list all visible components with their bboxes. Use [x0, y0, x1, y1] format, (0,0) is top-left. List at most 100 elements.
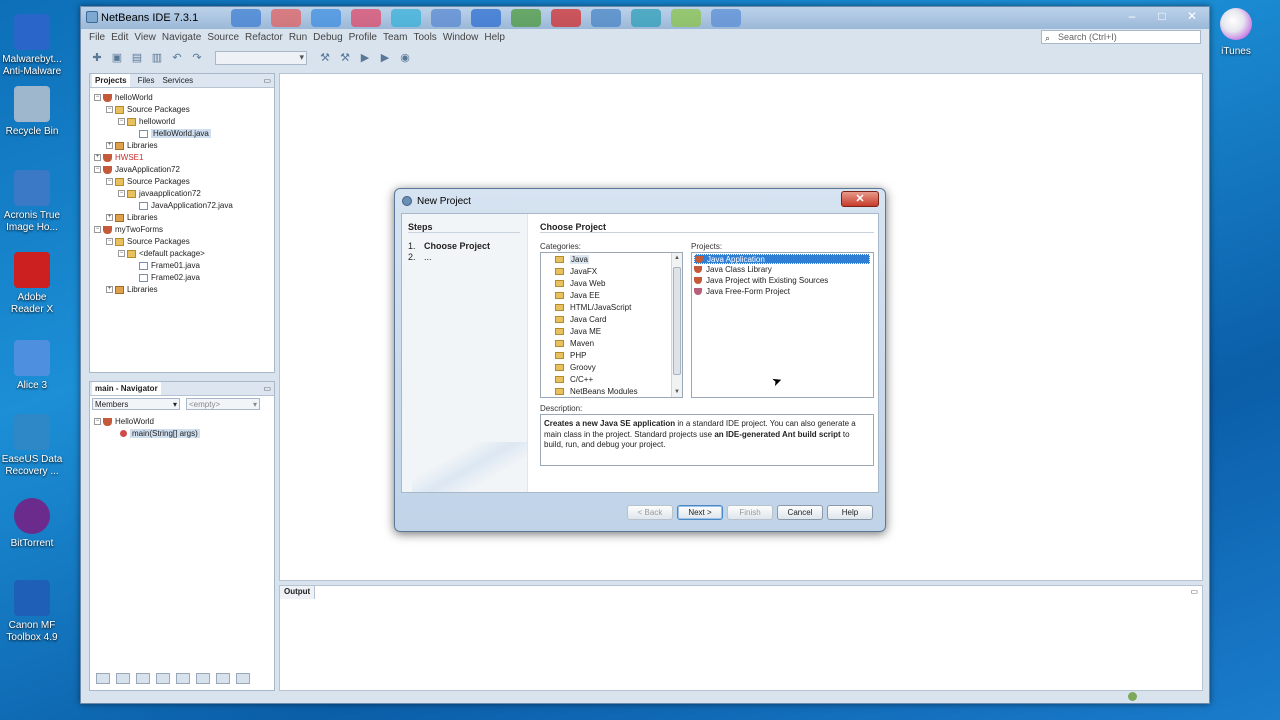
category-item[interactable]: Groovy — [555, 362, 596, 373]
save-all-icon[interactable]: ▥ — [149, 51, 165, 65]
category-item[interactable]: NetBeans Modules — [555, 386, 638, 397]
filter-icon[interactable] — [156, 673, 170, 684]
collapse-icon[interactable]: − — [118, 190, 125, 198]
close-icon[interactable]: ✕ — [1183, 9, 1201, 23]
tree-item[interactable]: HelloWorld.java — [130, 128, 211, 140]
tree-item[interactable]: − JavaApplication72 — [94, 164, 180, 176]
minimize-panel-icon[interactable]: ▭ — [263, 76, 271, 85]
tree-item[interactable]: + Libraries — [106, 284, 158, 296]
category-item[interactable]: Maven — [555, 338, 594, 349]
help-button[interactable]: Help — [827, 505, 873, 520]
menu-edit[interactable]: Edit — [111, 31, 128, 47]
category-item[interactable]: Java EE — [555, 290, 600, 301]
filter-icon[interactable] — [236, 673, 250, 684]
menu-refactor[interactable]: Refactor — [245, 31, 283, 47]
next-button[interactable]: Next > — [677, 505, 723, 520]
minimize-icon[interactable]: – — [1123, 9, 1141, 23]
project-type-item[interactable]: Java Application — [694, 254, 870, 264]
finish-button[interactable]: Finish — [727, 505, 773, 520]
navigator-class-row[interactable]: − HelloWorld — [94, 416, 154, 428]
close-icon[interactable]: ✕ — [841, 191, 879, 207]
category-item[interactable]: Java ME — [555, 326, 601, 337]
tree-item[interactable]: − Source Packages — [106, 176, 190, 188]
undo-icon[interactable]: ↶ — [169, 51, 185, 65]
tab-files[interactable]: Files — [138, 74, 155, 87]
tree-item[interactable]: JavaApplication72.java — [130, 200, 233, 212]
menu-navigate[interactable]: Navigate — [162, 31, 201, 47]
minimize-panel-icon[interactable]: ▭ — [263, 384, 271, 393]
menu-source[interactable]: Source — [207, 31, 239, 47]
menu-view[interactable]: View — [134, 31, 156, 47]
tree-item[interactable]: − Source Packages — [106, 104, 190, 116]
collapse-icon[interactable]: − — [94, 94, 101, 102]
tab-output[interactable]: Output — [280, 586, 316, 599]
categories-list[interactable]: Java JavaFX Java Web Java EE HTML/JavaScript… — [540, 252, 683, 398]
configuration-select[interactable] — [215, 51, 307, 65]
minimize-panel-icon[interactable]: ▭ — [1190, 587, 1198, 596]
desktop-icon-recycle-bin[interactable]: Recycle Bin — [0, 86, 64, 138]
menu-tools[interactable]: Tools — [413, 31, 436, 47]
scrollbar[interactable]: ▲ ▼ — [671, 253, 682, 397]
navigator-method-row[interactable]: main(String[] args) — [120, 428, 200, 440]
empty-select[interactable]: <empty> — [186, 398, 260, 410]
redo-icon[interactable]: ↷ — [189, 51, 205, 65]
run-icon[interactable]: ▶ — [357, 51, 373, 65]
filter-icon[interactable] — [216, 673, 230, 684]
menu-window[interactable]: Window — [443, 31, 479, 47]
category-item[interactable]: Java Card — [555, 314, 606, 325]
category-item[interactable]: HTML/JavaScript — [555, 302, 631, 313]
filter-icon[interactable] — [196, 673, 210, 684]
menu-run[interactable]: Run — [289, 31, 307, 47]
expand-icon[interactable]: + — [106, 142, 113, 150]
collapse-icon[interactable]: − — [94, 166, 101, 174]
menu-team[interactable]: Team — [383, 31, 407, 47]
expand-icon[interactable]: + — [94, 154, 101, 162]
project-type-item[interactable]: Java Project with Existing Sources — [694, 276, 870, 286]
collapse-icon[interactable]: − — [94, 226, 101, 234]
collapse-icon[interactable]: − — [106, 238, 113, 246]
project-type-item[interactable]: Java Free-Form Project — [694, 287, 870, 297]
collapse-icon[interactable]: − — [118, 118, 125, 126]
desktop-icon-canon[interactable]: Canon MF Toolbox 4.9 — [0, 580, 64, 644]
debug-icon[interactable]: ▶ — [377, 51, 393, 65]
tree-item[interactable]: − helloworld — [118, 116, 175, 128]
tree-item[interactable]: + HWSE1 — [94, 152, 143, 164]
scrollbar-thumb[interactable] — [673, 267, 681, 375]
tab-services[interactable]: Services — [162, 74, 193, 87]
category-item[interactable]: PHP — [555, 350, 586, 361]
filter-icon[interactable] — [136, 673, 150, 684]
category-item[interactable]: Java — [555, 254, 589, 265]
collapse-icon[interactable]: − — [118, 250, 125, 258]
tree-item[interactable]: Frame01.java — [130, 260, 200, 272]
tab-projects[interactable]: Projects — [92, 74, 130, 87]
build-icon[interactable]: ⚒ — [317, 51, 333, 65]
maximize-icon[interactable]: □ — [1153, 9, 1171, 23]
tree-item[interactable]: Frame02.java — [130, 272, 200, 284]
desktop-icon-itunes[interactable]: iTunes — [1214, 8, 1258, 57]
menu-file[interactable]: File — [89, 31, 105, 47]
tree-item[interactable]: − helloWorld — [94, 92, 153, 104]
category-item[interactable]: Java Web — [555, 278, 605, 289]
profile-icon[interactable]: ◉ — [397, 51, 413, 65]
window-titlebar[interactable]: NetBeans IDE 7.3.1 – □ ✕ — [81, 7, 1209, 29]
new-project-icon[interactable]: ▣ — [109, 51, 125, 65]
tree-item[interactable]: + Libraries — [106, 212, 158, 224]
tree-item[interactable]: − Source Packages — [106, 236, 190, 248]
cancel-button[interactable]: Cancel — [777, 505, 823, 520]
tree-item[interactable]: + Libraries — [106, 140, 158, 152]
menu-help[interactable]: Help — [484, 31, 505, 47]
scroll-down-icon[interactable]: ▼ — [672, 389, 682, 395]
filter-icon[interactable] — [96, 673, 110, 684]
tree-item[interactable]: − javaapplication72 — [118, 188, 201, 200]
collapse-icon[interactable]: − — [106, 178, 113, 186]
category-item[interactable]: JavaFX — [555, 266, 597, 277]
desktop-icon-easeus[interactable]: EaseUS Data Recovery ... — [0, 414, 64, 478]
projects-list[interactable]: Java Application Java Class Library Java P… — [691, 252, 874, 398]
scroll-up-icon[interactable]: ▲ — [672, 255, 682, 261]
desktop-icon-adobe-reader[interactable]: Adobe Reader X — [0, 252, 64, 316]
tree-item[interactable]: − myTwoForms — [94, 224, 163, 236]
clean-build-icon[interactable]: ⚒ — [337, 51, 353, 65]
filter-icon[interactable] — [116, 673, 130, 684]
desktop-icon-malwarebytes[interactable]: Malwarebyt... Anti-Malware — [0, 14, 64, 78]
desktop-icon-acronis[interactable]: Acronis True Image Ho... — [0, 170, 64, 234]
